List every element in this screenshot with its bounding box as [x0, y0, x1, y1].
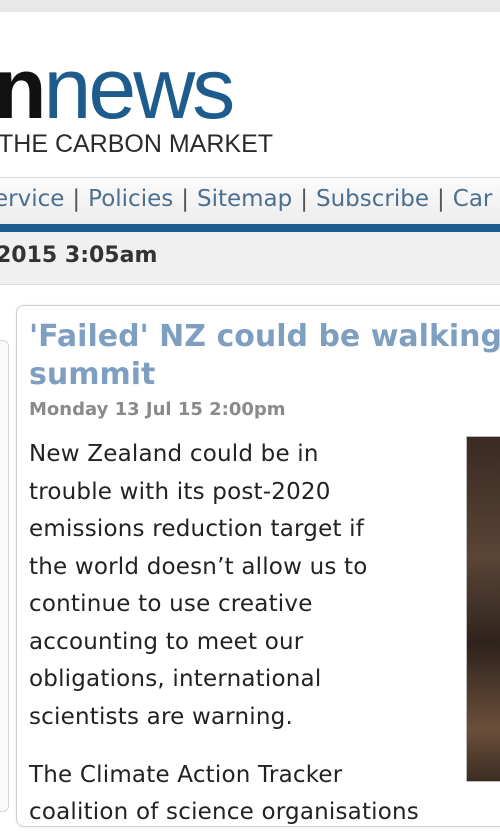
- paragraph-line: accounting to meet our: [29, 628, 304, 655]
- article-paragraph-1: New Zealand could be in trouble with its…: [29, 436, 449, 736]
- paragraph-line: the world doesn’t allow us to: [29, 553, 368, 580]
- logo-blue-text: news: [43, 41, 236, 137]
- nav-link-subscribe[interactable]: Subscribe: [316, 186, 429, 212]
- article-photo[interactable]: [466, 436, 500, 782]
- brand-divider-bar: [0, 224, 500, 232]
- current-datetime: 2015 3:05am: [0, 243, 158, 268]
- browser-top-strip: [0, 0, 500, 12]
- headline-line-1: 'Failed' NZ could be walking: [29, 319, 500, 354]
- site-header: nnews THE CARBON MARKET: [0, 12, 500, 177]
- nav-separator: |: [437, 186, 445, 212]
- paragraph-line: trouble with its post-2020: [29, 478, 331, 505]
- paragraph-line: The Climate Action Tracker: [29, 762, 343, 788]
- paragraph-line: obligations, international: [29, 666, 322, 692]
- nav-link-policies[interactable]: Policies: [88, 186, 173, 212]
- nav-links: ervice | Policies | Sitemap | Subscribe | Car: [0, 186, 492, 212]
- nav-separator: |: [181, 186, 189, 212]
- top-nav-bar: ervice | Policies | Sitemap | Subscribe | Car: [0, 177, 500, 226]
- site-logo[interactable]: nnews: [0, 46, 235, 132]
- left-sidebar-panel: [0, 340, 9, 812]
- nav-link-service[interactable]: ervice: [0, 186, 64, 212]
- nav-separator: |: [72, 186, 81, 212]
- paragraph-line: emissions reduction target if: [29, 516, 365, 542]
- article-headline[interactable]: 'Failed' NZ could be walking summit: [29, 318, 500, 394]
- article-paragraph-2: The Climate Action Tracker coalition of …: [29, 757, 469, 831]
- headline-line-2: summit: [29, 357, 156, 392]
- date-bar: 2015 3:05am: [0, 232, 500, 285]
- paragraph-line: New Zealand could be in: [29, 441, 319, 467]
- site-tagline: THE CARBON MARKET: [0, 130, 274, 158]
- article-date: Monday 13 Jul 15 2:00pm: [29, 399, 286, 420]
- nav-link-sitemap[interactable]: Sitemap: [197, 186, 292, 212]
- logo-black-text: n: [0, 41, 47, 137]
- paragraph-line: scientists are warning.: [29, 703, 293, 730]
- nav-link-careers[interactable]: Car: [453, 186, 493, 212]
- paragraph-line: continue to use creative: [29, 591, 313, 617]
- nav-separator: |: [300, 186, 308, 212]
